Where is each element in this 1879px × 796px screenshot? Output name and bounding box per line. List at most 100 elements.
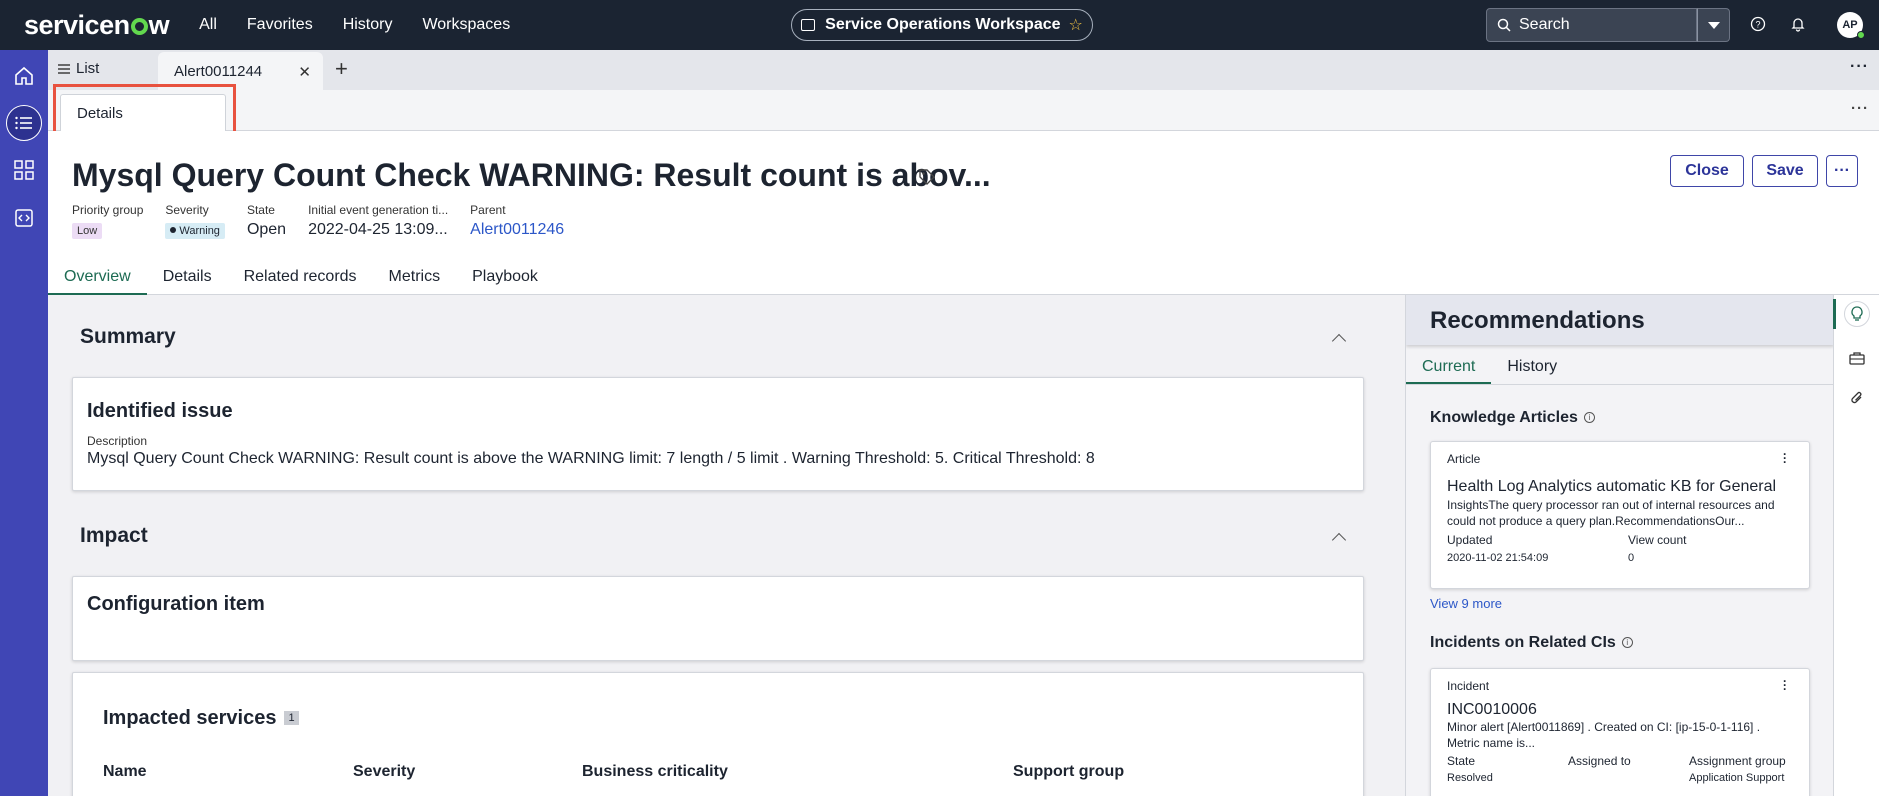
tab-history[interactable]: History — [1491, 352, 1573, 384]
view-more-link[interactable]: View 9 more — [1430, 596, 1502, 611]
presence-indicator — [1857, 31, 1865, 39]
updated-label: Updated — [1447, 533, 1493, 547]
tab-related-records[interactable]: Related records — [228, 262, 373, 295]
favorite-star-icon[interactable]: ☆ — [1069, 15, 1083, 35]
description-label: Description — [87, 434, 148, 448]
workspace-pill[interactable]: Service Operations Workspace ☆ — [791, 9, 1093, 41]
field-initial-event-time: Initial event generation ti... 2022-04-2… — [308, 203, 449, 238]
updated-value: 2020-11-02 21:54:09 — [1447, 552, 1549, 564]
tab-metrics[interactable]: Metrics — [373, 262, 457, 295]
card-type: Article — [1447, 452, 1481, 466]
column-header-support-group[interactable]: Support group — [1013, 763, 1124, 781]
apps-grid-icon[interactable] — [6, 152, 42, 188]
tab-playbook[interactable]: Playbook — [456, 262, 554, 295]
article-title[interactable]: Health Log Analytics automatic KB for Ge… — [1447, 478, 1776, 496]
search-input[interactable] — [1519, 16, 1679, 34]
tab-list-label: List — [76, 60, 100, 77]
assignment-group-label: Assignment group — [1689, 754, 1786, 768]
attachment-icon[interactable] — [1844, 385, 1870, 411]
help-icon[interactable]: ? — [1748, 14, 1768, 34]
configuration-item-card: Configuration item — [72, 576, 1364, 661]
add-tab-icon[interactable]: + — [335, 56, 348, 82]
more-actions-button[interactable]: ··· — [1826, 155, 1858, 187]
active-indicator — [1833, 299, 1836, 329]
nav-link-all[interactable]: All — [199, 16, 217, 34]
nav-link-favorites[interactable]: Favorites — [247, 16, 313, 34]
tag-icon[interactable] — [918, 168, 936, 191]
top-nav: servicen w All Favorites History Workspac… — [0, 0, 1879, 50]
card-menu-icon[interactable]: · · · — [1783, 448, 1787, 468]
severity-badge: Warning — [165, 223, 225, 239]
left-rail — [0, 50, 48, 796]
parent-link[interactable]: Alert0011246 — [470, 221, 564, 239]
knowledge-article-card[interactable]: Article · · · Health Log Analytics automat… — [1430, 441, 1810, 589]
more-options-icon[interactable]: ··· — [1850, 58, 1869, 76]
incident-number[interactable]: INC0010006 — [1447, 701, 1537, 719]
code-document-icon[interactable] — [6, 200, 42, 236]
article-snippet: InsightsThe query processor ran out of i… — [1447, 498, 1775, 528]
recommendations-panel: Recommendations Current History Knowledg… — [1405, 295, 1833, 796]
tab-current[interactable]: Current — [1406, 352, 1492, 384]
subtab-more-icon[interactable]: ··· — [1851, 100, 1869, 117]
collapse-summary-icon[interactable] — [1331, 333, 1347, 349]
state-value: Resolved — [1447, 772, 1493, 784]
assignment-group-value: Application Support — [1689, 772, 1785, 784]
recommendations-title: Recommendations — [1430, 307, 1645, 334]
notification-bell-icon[interactable] — [1788, 14, 1808, 34]
card-type: Incident — [1447, 679, 1490, 693]
search-scope-dropdown[interactable] — [1697, 8, 1730, 42]
home-icon[interactable] — [6, 58, 42, 94]
field-parent: Parent Alert0011246 — [470, 203, 565, 239]
nav-links: All Favorites History Workspaces — [199, 16, 540, 34]
column-header-name[interactable]: Name — [103, 763, 147, 781]
tab-overview[interactable]: Overview — [48, 262, 147, 295]
configuration-item-title: Configuration item — [87, 593, 265, 615]
incident-card[interactable]: Incident · · · INC0010006 Minor alert [Ale… — [1430, 668, 1810, 796]
search-icon — [1497, 18, 1511, 32]
workspace-icon — [801, 19, 816, 31]
info-icon: i — [1583, 412, 1595, 423]
impacted-services-count: 1 — [284, 711, 299, 725]
priority-badge: Low — [72, 223, 103, 239]
nav-link-workspaces[interactable]: Workspaces — [422, 16, 510, 34]
close-tab-icon[interactable]: ✕ — [298, 63, 311, 81]
save-button[interactable]: Save — [1752, 155, 1818, 187]
record-tab-strip: List Alert0011244 ✕ + ··· — [48, 50, 1879, 90]
recommendations-tabs: Current History — [1406, 352, 1833, 385]
avatar-initials: AP — [1842, 19, 1858, 31]
summary-heading: Summary — [80, 325, 176, 348]
description-value: Mysql Query Count Check WARNING: Result … — [87, 450, 1095, 467]
field-severity: Severity Warning — [165, 203, 225, 239]
collapse-impact-icon[interactable] — [1331, 532, 1347, 548]
card-menu-icon[interactable]: · · · — [1783, 675, 1787, 695]
tab-details[interactable]: Details — [147, 262, 228, 295]
view-count-label: View count — [1628, 533, 1687, 547]
column-header-severity[interactable]: Severity — [353, 763, 415, 781]
identified-issue-card: Identified issue Description Mysql Query… — [72, 377, 1364, 491]
record-fields: Priority group Low Severity Warning Stat… — [72, 203, 586, 239]
list-icon[interactable] — [6, 105, 42, 141]
record-header: Mysql Query Count Check WARNING: Result … — [48, 131, 1879, 295]
lightbulb-icon[interactable] — [1844, 301, 1870, 327]
briefcase-icon[interactable] — [1844, 345, 1870, 371]
record-tabs: Overview Details Related records Metrics… — [48, 262, 1879, 295]
state-label: State — [1447, 754, 1476, 768]
user-avatar[interactable]: AP — [1837, 12, 1865, 39]
global-search — [1486, 8, 1697, 42]
workspace-name: Service Operations Workspace — [825, 16, 1061, 33]
record-title: Mysql Query Count Check WARNING: Result … — [72, 157, 991, 193]
overview-content: Summary Identified issue Description Mys… — [48, 295, 1392, 796]
close-button[interactable]: Close — [1670, 155, 1744, 187]
assigned-to-label: Assigned to — [1568, 754, 1631, 768]
impacted-services-card: Impacted services 1 Name Severity Busines… — [72, 672, 1364, 796]
column-header-business-criticality[interactable]: Business criticality — [582, 763, 728, 781]
tab-list[interactable]: List — [58, 60, 99, 77]
impacted-services-title: Impacted services 1 — [103, 707, 299, 730]
servicenow-logo[interactable]: servicen w — [24, 10, 170, 41]
incident-snippet: Minor alert [Alert0011869] . Created on … — [1447, 720, 1761, 750]
nav-link-history[interactable]: History — [343, 16, 393, 34]
incidents-heading: Incidents on Related CIs i — [1430, 634, 1633, 652]
tab-alert-label: Alert0011244 — [174, 62, 263, 80]
context-sidebar — [1833, 295, 1879, 796]
identified-issue-title: Identified issue — [87, 400, 233, 422]
